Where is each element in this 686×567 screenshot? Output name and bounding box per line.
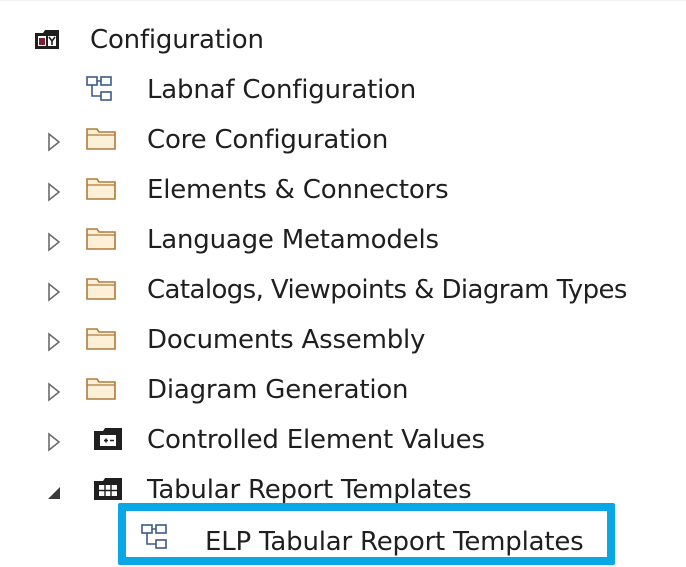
expand-arrow-icon[interactable] bbox=[47, 432, 61, 452]
tree-node-elements-connectors[interactable]: Elements & Connectors bbox=[0, 165, 686, 215]
tree-node-label: Language Metamodels bbox=[147, 225, 439, 255]
folder-icon bbox=[86, 178, 116, 200]
folder-icon bbox=[86, 228, 116, 250]
expand-arrow-icon[interactable] bbox=[47, 132, 61, 152]
tree-node-label: ELP Tabular Report Templates bbox=[205, 527, 584, 557]
expand-arrow-icon[interactable] bbox=[47, 232, 61, 252]
tree-node-controlled-element-values[interactable]: Controlled Element Values bbox=[0, 415, 686, 465]
tree-node-language-metamodels[interactable]: Language Metamodels bbox=[0, 215, 686, 265]
expand-arrow-icon[interactable] bbox=[47, 282, 61, 302]
tree-node-configuration[interactable]: Configuration bbox=[0, 15, 686, 65]
tree-node-label: Documents Assembly bbox=[147, 325, 426, 355]
collapse-arrow-icon[interactable] bbox=[46, 485, 62, 501]
tree-node-core-configuration[interactable]: Core Configuration bbox=[0, 115, 686, 165]
tree-node-label: Controlled Element Values bbox=[147, 425, 485, 455]
tree-node-label: Elements & Connectors bbox=[147, 175, 449, 205]
tree-node-documents-assembly[interactable]: Documents Assembly bbox=[0, 315, 686, 365]
package-icon bbox=[35, 30, 59, 49]
tree-node-label: Tabular Report Templates bbox=[147, 475, 472, 505]
diagram-icon bbox=[141, 524, 167, 549]
tree-node-label: Configuration bbox=[90, 25, 264, 55]
tree-node-catalogs-viewpoints[interactable]: Catalogs, Viewpoints & Diagram Types bbox=[0, 265, 686, 315]
expand-arrow-icon[interactable] bbox=[47, 182, 61, 202]
folder-icon bbox=[86, 378, 116, 400]
diagram-icon bbox=[86, 76, 112, 101]
tree-node-label: Labnaf Configuration bbox=[147, 75, 417, 105]
package-table-icon bbox=[94, 478, 122, 500]
tree-node-labnaf-configuration[interactable]: Labnaf Configuration bbox=[0, 65, 686, 115]
expand-arrow-icon[interactable] bbox=[47, 332, 61, 352]
tree-node-label: Catalogs, Viewpoints & Diagram Types bbox=[147, 275, 627, 305]
package-plus-icon bbox=[94, 428, 122, 450]
tree-node-label: Core Configuration bbox=[147, 125, 389, 155]
folder-icon bbox=[86, 278, 116, 300]
panel-top-edge bbox=[0, 0, 686, 1]
tree-node-elp-tabular-report-templates[interactable]: ELP Tabular Report Templates bbox=[0, 517, 686, 567]
project-browser-tree: Configuration Labnaf Configuration Core … bbox=[0, 0, 686, 567]
tree-node-diagram-generation[interactable]: Diagram Generation bbox=[0, 365, 686, 415]
expand-arrow-icon[interactable] bbox=[47, 382, 61, 402]
tree-node-label: Diagram Generation bbox=[147, 375, 409, 405]
folder-icon bbox=[86, 128, 116, 150]
folder-icon bbox=[86, 328, 116, 350]
